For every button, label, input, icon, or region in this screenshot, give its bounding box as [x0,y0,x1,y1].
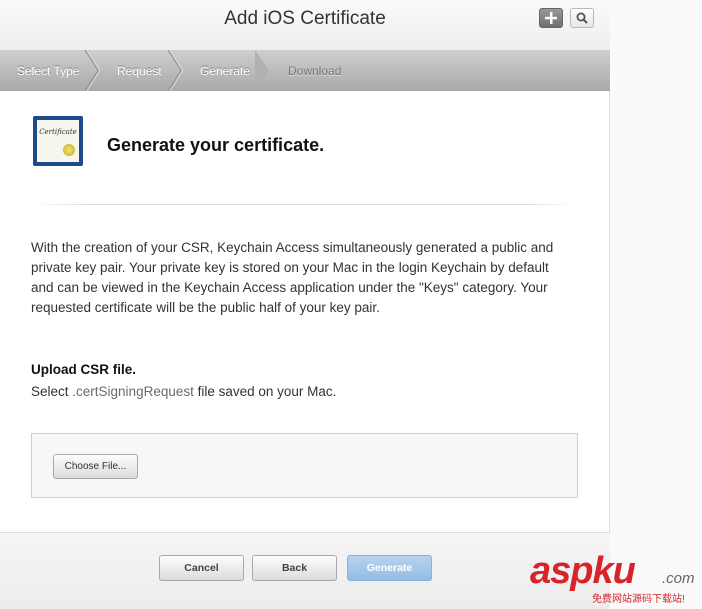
step-separator [255,50,269,91]
watermark-tld: .com [662,570,695,587]
step-request: Request [117,63,162,78]
choose-file-button[interactable]: Choose File... [53,454,138,479]
main-panel: Add iOS Certificate Select Type Request … [0,0,610,609]
back-button[interactable]: Back [252,555,337,581]
step-generate: Generate [200,63,251,78]
divider [33,204,578,205]
step-separator [167,50,183,91]
upload-desc-extension: .certSigningRequest [72,384,194,399]
upload-box: Choose File... [31,433,578,498]
step-select-type: Select Type [17,63,80,78]
watermark-tagline: 免费网站源码下载站! [592,594,685,605]
search-button[interactable] [570,8,594,28]
generate-button[interactable]: Generate [347,555,432,581]
description-text: With the creation of your CSR, Keychain … [31,240,554,315]
page-header: Add iOS Certificate [0,0,610,50]
upload-heading: Upload CSR file. [31,362,137,377]
seal-icon [63,144,75,156]
step-separator [84,50,100,91]
add-button[interactable] [539,8,563,28]
search-icon [576,12,588,24]
progress-steps: Select Type Request Generate Download [0,50,610,91]
footer-bar: Cancel Back Generate [0,532,610,609]
upload-desc-suffix: file saved on your Mac. [193,384,337,399]
certificate-icon-text: Certificate [39,128,77,136]
plus-icon [545,12,557,24]
certificate-icon: Certificate [33,116,83,166]
upload-description: Select .certSigningRequest file saved on… [31,384,336,399]
upload-desc-prefix: Select [31,384,73,399]
cancel-button[interactable]: Cancel [159,555,244,581]
watermark-brand: aspku [530,550,636,592]
step-download: Download [288,63,342,78]
section-heading: Generate your certificate. [107,135,325,155]
right-gutter [610,0,702,609]
watermark-logo: aspku .com 免费网站源码下载站! [530,550,700,608]
page-title: Add iOS Certificate [224,8,386,29]
